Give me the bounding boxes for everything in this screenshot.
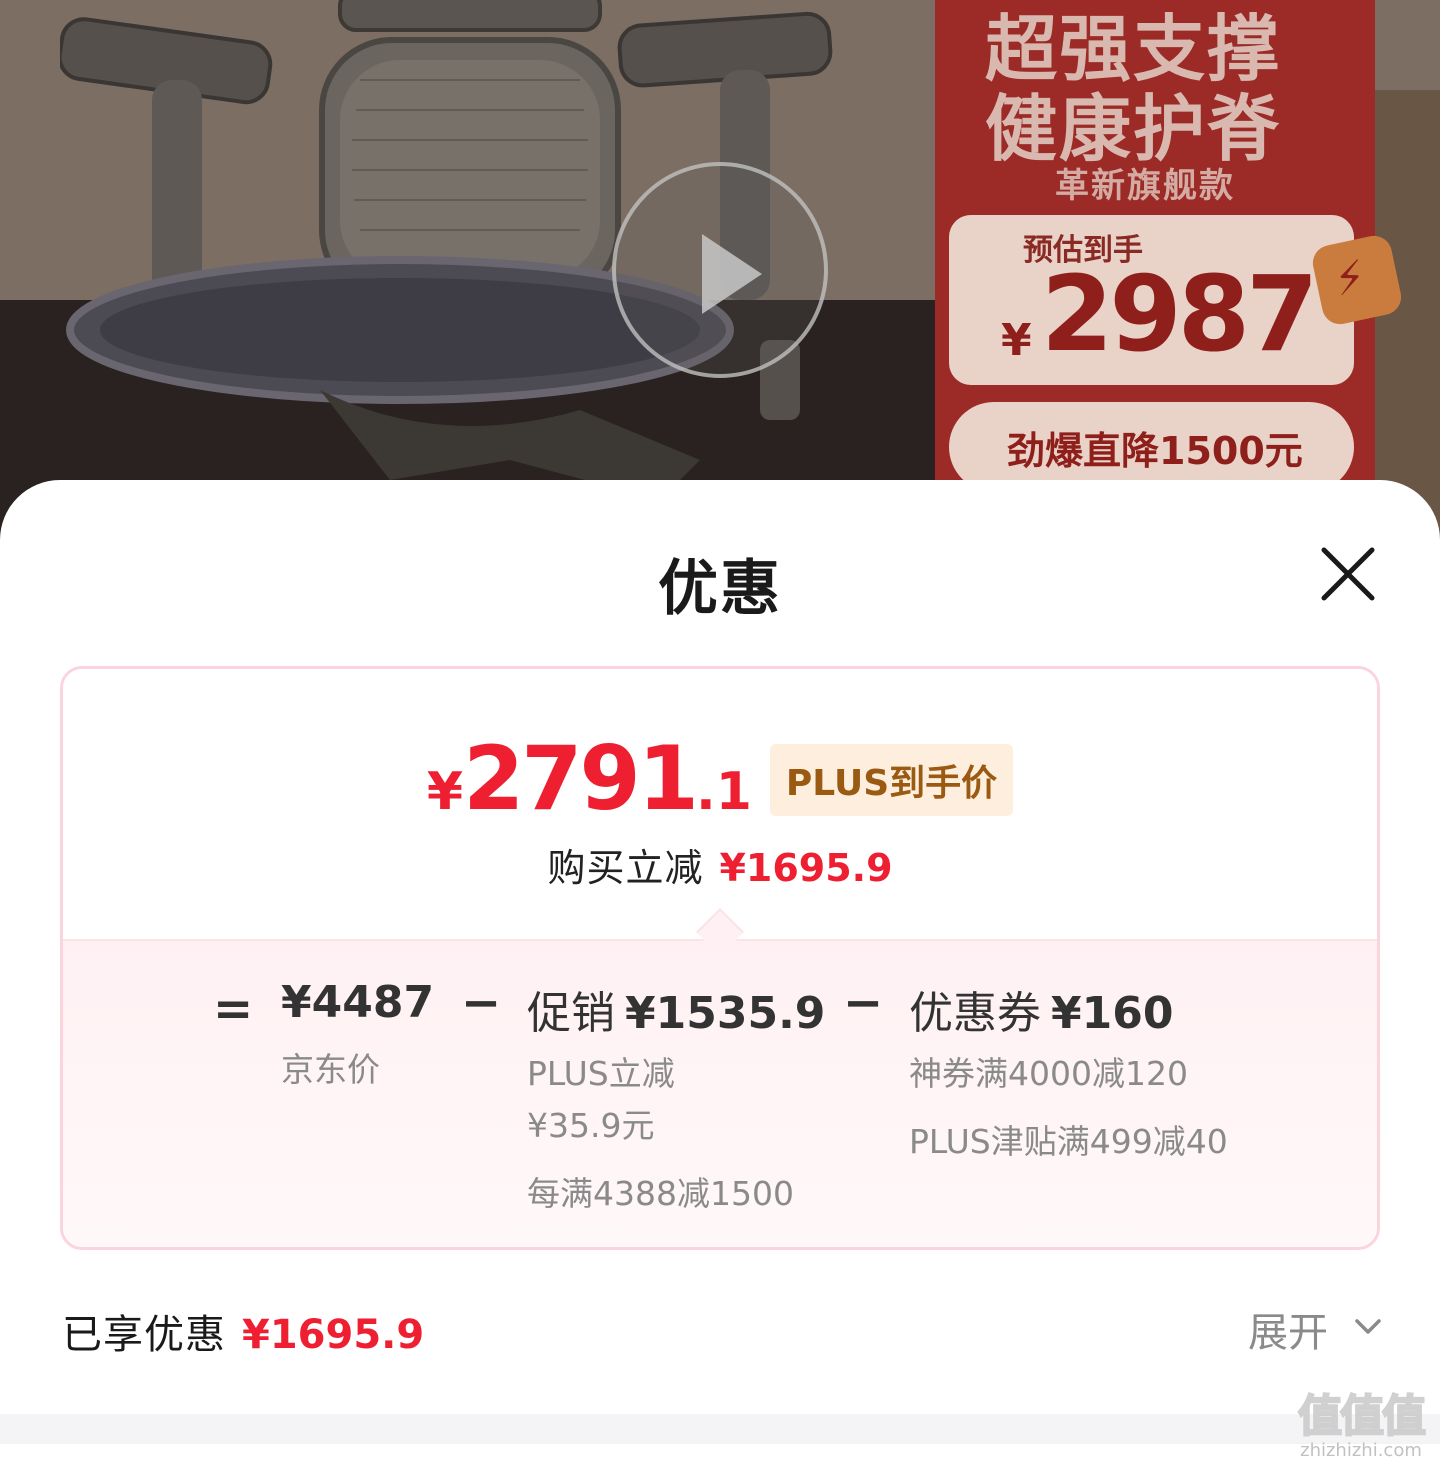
expand-button[interactable]: 展开: [1248, 1300, 1388, 1356]
equals-sign: =: [213, 981, 254, 1037]
play-video-button[interactable]: [612, 162, 828, 378]
promo-price-card: 预估到手 ¥ 2987: [949, 215, 1354, 385]
promo-subtitle: 革新旗舰款: [1055, 166, 1235, 206]
purchase-reduction-value: ¥1695.9: [719, 846, 893, 890]
jd-price-value: ¥4487: [281, 977, 435, 1028]
site-watermark: 值值值 zhizhizhi.com: [1286, 1380, 1436, 1461]
promo-deal-text: 劲爆直降1500元: [1007, 429, 1303, 473]
sheet-title: 优惠: [658, 554, 782, 624]
promo-discount-label: 促销: [527, 988, 615, 1039]
bottom-divider-strip: [0, 1414, 1440, 1444]
promo-detail-line: 每满4388减1500: [527, 1174, 794, 1213]
coupon-detail-line: PLUS津贴满499减40: [909, 1122, 1228, 1161]
minus-sign-1: −: [461, 975, 502, 1031]
lightning-icon: [1309, 232, 1405, 328]
watermark-url: zhizhizhi.com: [1300, 1440, 1422, 1461]
coupon-detail-line: 神券满4000减120: [909, 1054, 1188, 1093]
promo-discount: 促销 ¥1535.9: [527, 977, 825, 1041]
watermark-logo: 值值值: [1297, 1390, 1427, 1443]
enjoyed-discount-row: 已享优惠 ¥1695.9: [62, 1302, 424, 1360]
purchase-reduction-row: 购买立减 ¥1695.9: [63, 837, 1377, 892]
final-price-row: ¥2791.1 PLUS到手价: [63, 727, 1377, 830]
chevron-down-icon: [1355, 1319, 1381, 1334]
purchase-reduction-label: 购买立减: [547, 846, 704, 890]
promo-price-currency: ¥: [1001, 315, 1032, 366]
final-price-decimal: .1: [695, 762, 752, 822]
expand-label: 展开: [1248, 1310, 1328, 1356]
price-summary: ¥2791.1 PLUS到手价 购买立减 ¥1695.9: [63, 669, 1377, 939]
product-image-area: 超强支撑 健康护脊 革新旗舰款 预估到手 ¥ 2987 劲爆直降1500元: [0, 0, 1440, 560]
coupon-discount-value: ¥160: [1051, 988, 1174, 1039]
enjoyed-discount-label: 已享优惠: [62, 1312, 226, 1358]
promo-deal-pill: 劲爆直降1500元: [949, 402, 1354, 492]
plus-price-tag: PLUS到手价: [769, 744, 1014, 816]
price-breakdown-card: ¥2791.1 PLUS到手价 购买立减 ¥1695.9 = ¥4487 京东价 −…: [60, 666, 1380, 1250]
promo-discount-value: ¥1535.9: [625, 988, 826, 1039]
coupon-discount-label: 优惠券: [909, 988, 1041, 1039]
enjoyed-discount-value: ¥1695.9: [242, 1312, 425, 1358]
promo-price-value: 2987: [1041, 253, 1318, 375]
final-price-integer: 2791: [463, 727, 699, 830]
close-icon[interactable]: [1316, 542, 1380, 606]
minus-sign-2: −: [843, 975, 884, 1031]
promo-detail-line: PLUS立减: [527, 1054, 675, 1093]
promo-detail-line: ¥35.9元: [527, 1106, 655, 1145]
final-price-currency: ¥: [426, 762, 464, 822]
discount-sheet: 优惠 ¥2791.1 PLUS到手价 购买立减 ¥1695.9 = ¥4487 京东…: [0, 480, 1440, 1464]
coupon-discount: 优惠券 ¥160: [909, 977, 1173, 1041]
price-formula: = ¥4487 京东价 − 促销 ¥1535.9 PLUS立减 ¥35.9元 每满…: [63, 939, 1377, 1247]
jd-price-label: 京东价: [281, 1050, 380, 1089]
promo-banner: 超强支撑 健康护脊 革新旗舰款 预估到手 ¥ 2987 劲爆直降1500元: [935, 0, 1405, 560]
